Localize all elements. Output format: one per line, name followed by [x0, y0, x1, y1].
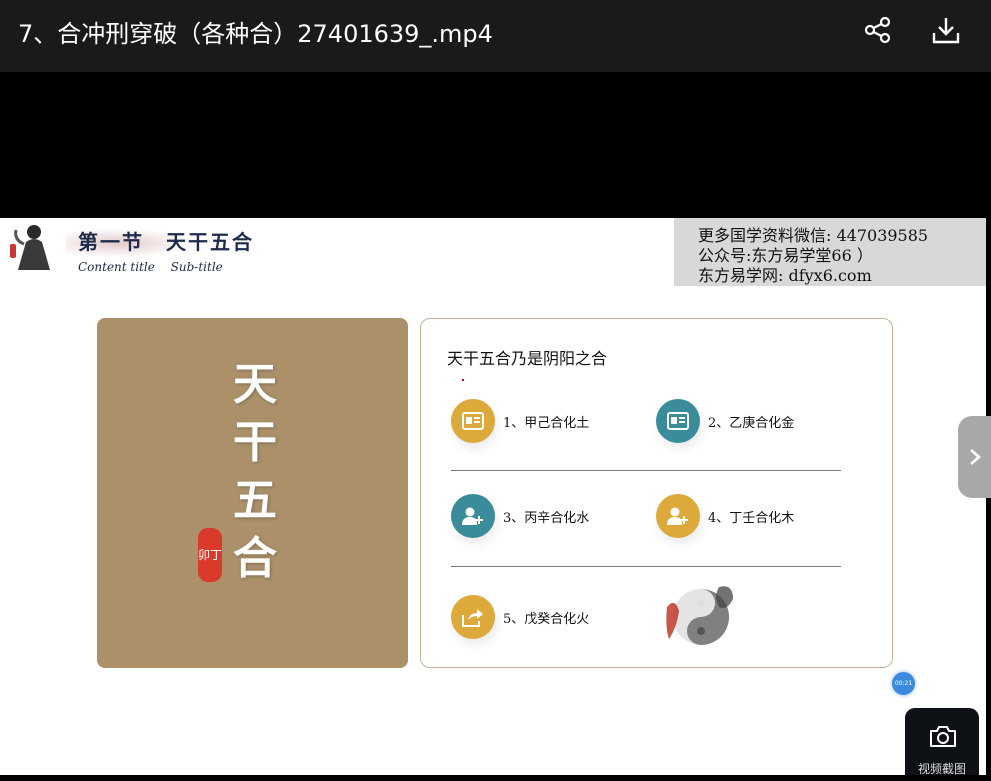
divider [451, 566, 841, 567]
id-card-icon [667, 412, 689, 430]
divider [451, 470, 841, 471]
item-circle [451, 399, 495, 443]
video-title: 7、合冲刑穿破（各种合）27401639_.mp4 [18, 20, 493, 48]
big-title: 天 干 五 合 [225, 356, 285, 588]
share-arrow-icon [462, 609, 483, 627]
item-label: 4、丁壬合化木 [708, 510, 795, 526]
item-label: 1、甲己合化土 [503, 415, 590, 431]
item-label: 2、乙庚合化金 [708, 415, 795, 431]
video-screenshot-button[interactable]: 视频截图 [905, 708, 979, 781]
item-circle [451, 595, 495, 639]
item-label: 3、丙辛合化水 [503, 510, 590, 526]
watermark-line: 东方易学网: dfyx6.com [698, 266, 872, 285]
id-card-icon [462, 412, 484, 430]
big-title-char: 天 [233, 359, 277, 410]
presentation-slide: 第一节 天干五合 Content title Sub-title 更多国学资料微… [0, 218, 986, 775]
chevron-right-icon [969, 449, 981, 465]
scholar-figure-icon [10, 225, 50, 270]
item-label: 5、戊癸合化火 [503, 611, 590, 627]
section-subtitle: Content title Sub-title [78, 260, 223, 274]
card-heading: 天干五合乃是阴阳之合 [447, 349, 608, 368]
item-circle [451, 494, 495, 538]
list-item: 3、丙辛合化水 [451, 494, 589, 538]
share-button[interactable] [862, 14, 894, 46]
camera-icon [930, 726, 956, 747]
big-title-char: 干 [233, 417, 277, 468]
list-item: 5、戊癸合化火 [451, 595, 589, 639]
yin-yang-fish-icon [666, 586, 733, 645]
download-button[interactable] [930, 14, 962, 46]
watermark-box: 更多国学资料微信: 447039585 公众号:东方易学堂66 ） 东方易学网:… [674, 218, 986, 286]
download-icon [932, 18, 960, 44]
red-seal: 卯丁 [198, 528, 222, 582]
content-card: 天干五合乃是阴阳之合 1、甲己合化土 2、乙庚合化金 3、丙辛合化水 4、丁壬合… [420, 318, 893, 668]
big-title-char: 合 [233, 533, 277, 584]
share-icon [864, 16, 891, 44]
list-item: 2、乙庚合化金 [656, 399, 794, 443]
item-circle [656, 399, 700, 443]
list-item: 1、甲己合化土 [451, 399, 589, 443]
big-title-char: 五 [233, 475, 277, 526]
add-user-icon [667, 507, 688, 525]
top-bar: 7、合冲刑穿破（各种合）27401639_.mp4 [0, 0, 991, 72]
add-user-icon [462, 507, 483, 525]
red-dot [462, 379, 464, 381]
next-slide-button[interactable] [958, 416, 991, 498]
bottom-strip [0, 775, 991, 781]
list-item: 4、丁壬合化木 [656, 494, 794, 538]
title-card: 天 干 五 合 卯丁 [97, 318, 408, 668]
item-circle [656, 494, 700, 538]
section-title: 第一节 天干五合 [78, 230, 254, 254]
playback-timer-badge: 00:21 [892, 672, 915, 695]
